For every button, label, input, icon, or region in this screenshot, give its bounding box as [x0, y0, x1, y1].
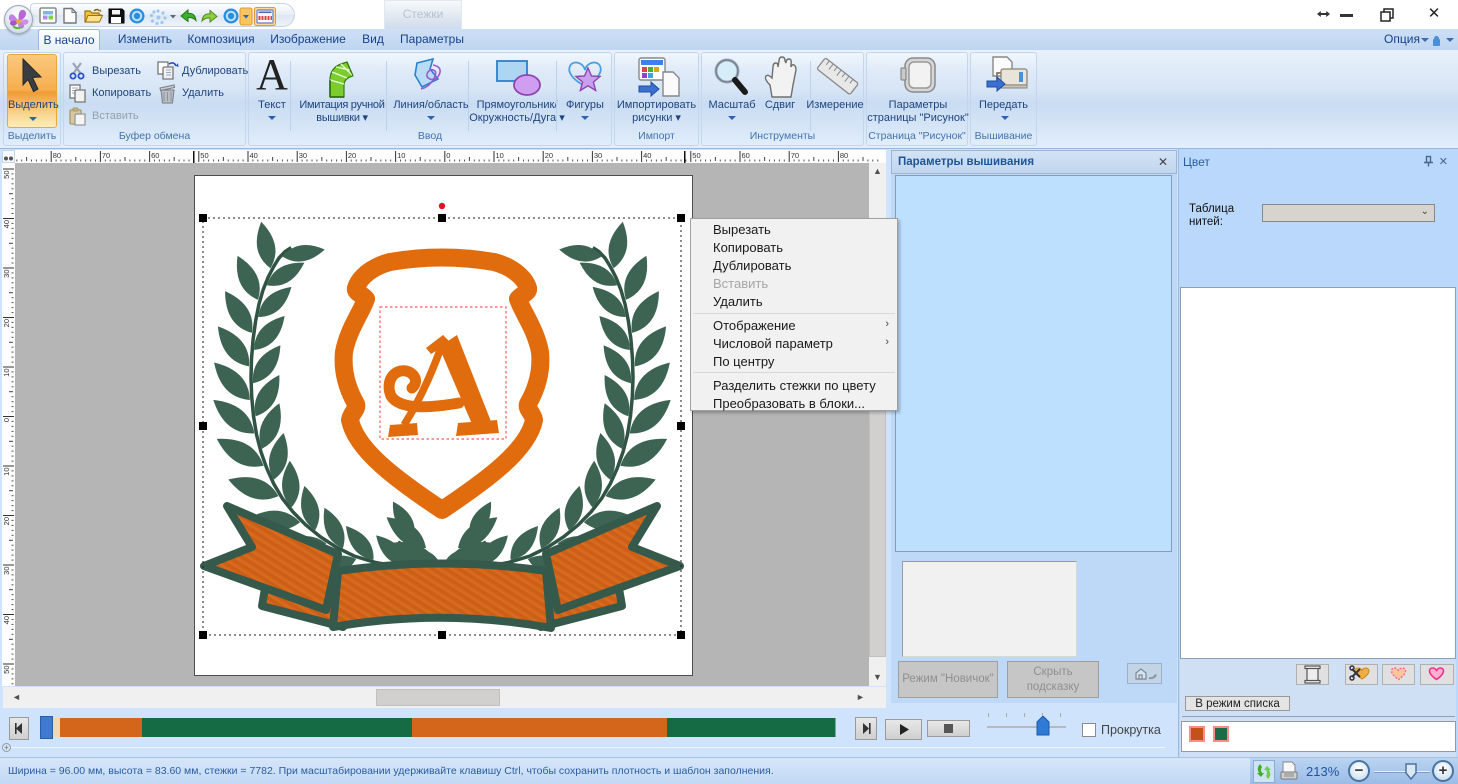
svg-text:40: 40 — [643, 151, 651, 160]
svg-text:60: 60 — [742, 151, 750, 160]
svg-text:60: 60 — [151, 151, 159, 160]
svg-text:50: 50 — [2, 171, 11, 179]
svg-text:30: 30 — [594, 151, 602, 160]
svg-text:0: 0 — [2, 418, 11, 422]
svg-text:50: 50 — [2, 666, 11, 674]
svg-text:10: 10 — [2, 468, 11, 476]
svg-text:10: 10 — [397, 151, 405, 160]
svg-text:50: 50 — [200, 151, 208, 160]
svg-text:80: 80 — [840, 151, 848, 160]
svg-text:80: 80 — [53, 151, 61, 160]
svg-text:20: 20 — [348, 151, 356, 160]
svg-text:30: 30 — [299, 151, 307, 160]
svg-text:20: 20 — [2, 517, 11, 525]
svg-text:30: 30 — [2, 270, 11, 278]
svg-text:50: 50 — [692, 151, 700, 160]
svg-text:20: 20 — [545, 151, 553, 160]
svg-text:30: 30 — [2, 567, 11, 575]
svg-text:20: 20 — [2, 319, 11, 327]
svg-text:70: 70 — [102, 151, 110, 160]
svg-text:10: 10 — [496, 151, 504, 160]
svg-text:10: 10 — [2, 369, 11, 377]
svg-text:70: 70 — [791, 151, 799, 160]
svg-text:40: 40 — [2, 220, 11, 228]
svg-text:0: 0 — [446, 151, 450, 160]
svg-text:40: 40 — [2, 616, 11, 624]
svg-text:40: 40 — [250, 151, 258, 160]
